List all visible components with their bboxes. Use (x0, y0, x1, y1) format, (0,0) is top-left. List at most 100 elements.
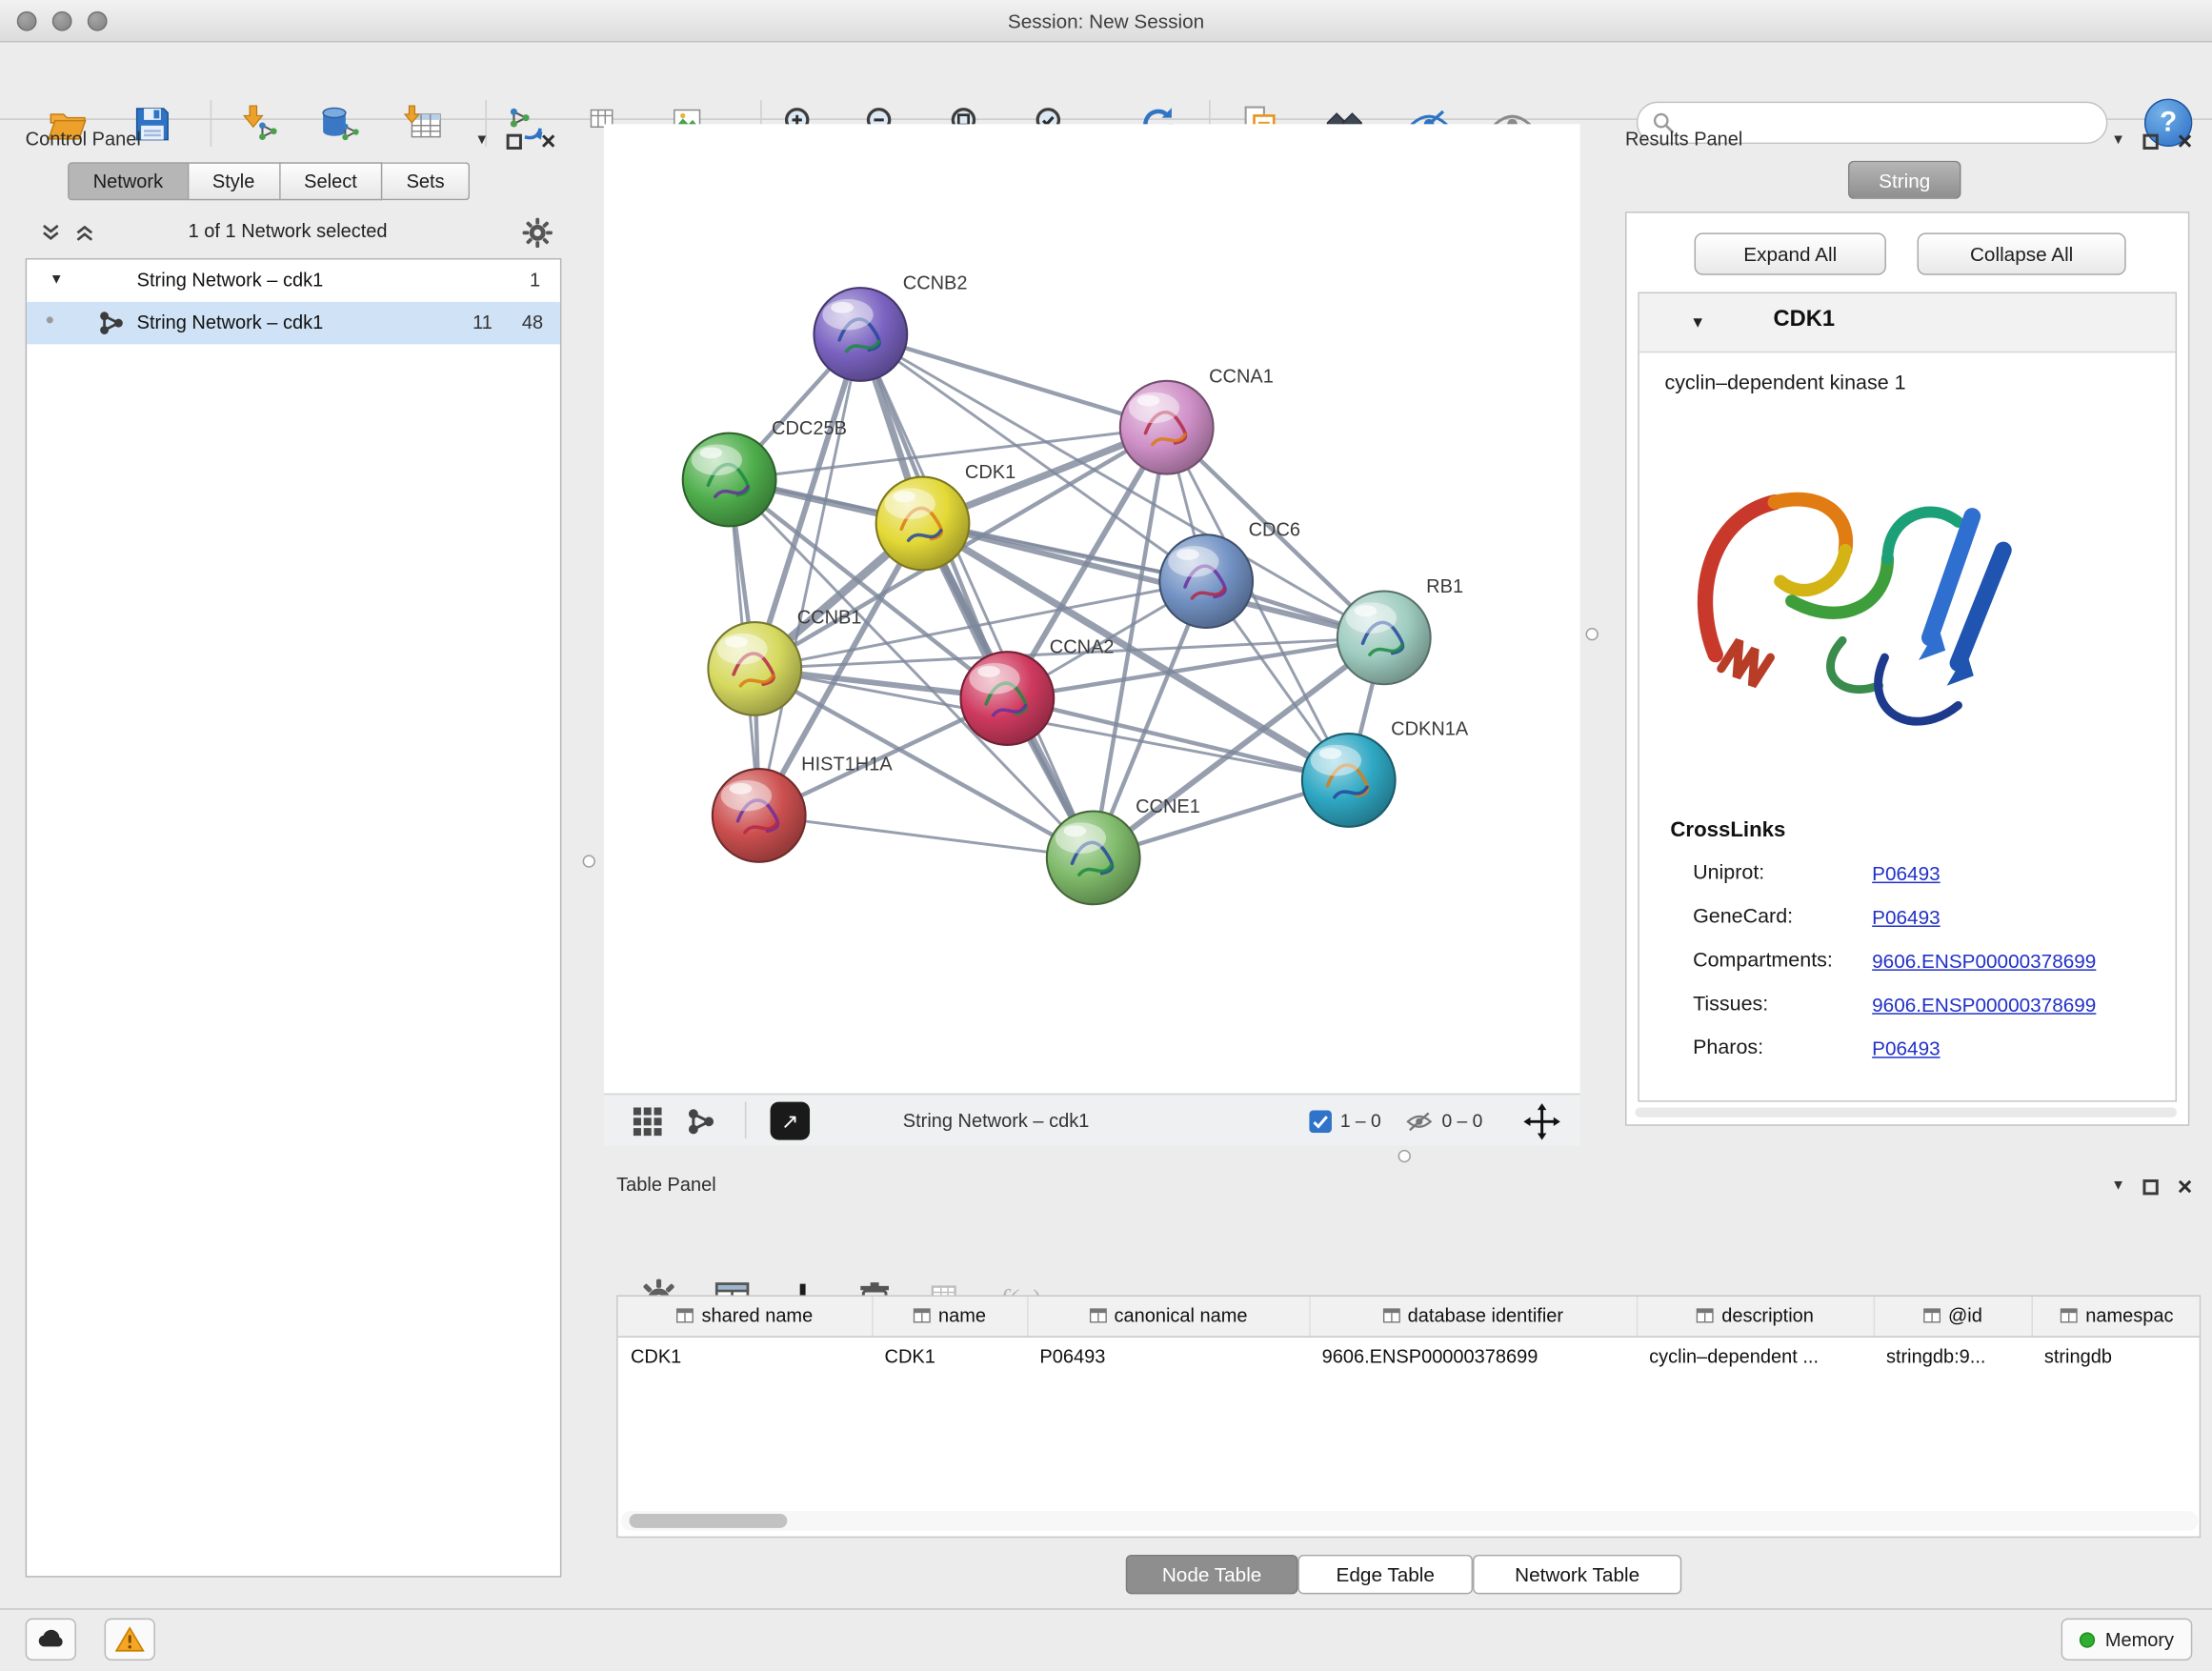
node-label: HIST1H1A (801, 755, 893, 775)
network-edge[interactable] (759, 815, 1094, 857)
tab-network-table[interactable]: Network Table (1473, 1555, 1681, 1594)
current-network-bullet: ● (45, 312, 54, 329)
network-node-rb1[interactable]: RB1 (1337, 576, 1463, 684)
crosslinks-list: Uniprot: P06493 GeneCard: P06493 Compart… (1639, 855, 2176, 1074)
panel-maximize-icon[interactable] (2143, 133, 2159, 149)
cell-database-identifier[interactable]: 9606.ENSP00000378699 (1309, 1336, 1637, 1375)
column-header-database-identifier[interactable]: database identifier (1309, 1297, 1637, 1336)
network-node-hist1h1a[interactable]: HIST1H1A (713, 755, 893, 862)
cloud-status-button[interactable] (26, 1619, 76, 1661)
network-node-ccnb1[interactable]: CCNB1 (708, 608, 861, 715)
hidden-counter: 0 – 0 (1441, 1110, 1482, 1131)
column-header-id[interactable]: @id (1874, 1297, 2032, 1336)
tree-expand-icon[interactable]: ▼ (50, 272, 64, 288)
memory-status-dot (2080, 1632, 2095, 1647)
panel-maximize-icon[interactable] (507, 133, 522, 149)
grid-view-icon[interactable] (632, 1106, 663, 1137)
panel-maximize-icon[interactable] (2143, 1178, 2159, 1194)
cell-id[interactable]: stringdb:9... (1874, 1336, 2032, 1375)
network-node-ccna1[interactable]: CCNA1 (1120, 366, 1274, 473)
column-header-shared-name[interactable]: shared name (618, 1297, 873, 1336)
cell-shared-name[interactable]: CDK1 (618, 1336, 873, 1375)
crosslink-row: Tissues: 9606.ENSP00000378699 (1639, 986, 2176, 1030)
column-header-namespace[interactable]: namespac (2031, 1297, 2201, 1336)
warning-status-button[interactable] (105, 1619, 155, 1661)
memory-button[interactable]: Memory (2061, 1619, 2192, 1661)
node-description: cyclin–dependent kinase 1 (1664, 372, 1905, 395)
network-row[interactable]: ● String Network – cdk1 11 48 (27, 302, 560, 344)
node-label: CCNE1 (1136, 796, 1200, 817)
pan-mode-icon[interactable] (1523, 1103, 1560, 1140)
cell-name[interactable]: CDK1 (872, 1336, 1027, 1375)
table-hscrollbar-thumb[interactable] (629, 1514, 787, 1528)
bottom-splitter-handle[interactable] (1398, 1150, 1411, 1162)
table-hscrollbar-track (621, 1511, 2199, 1531)
expand-all-button[interactable]: Expand All (1695, 232, 1886, 274)
selected-checkbox-icon[interactable] (1309, 1110, 1332, 1133)
string-view-icon[interactable] (686, 1106, 717, 1137)
right-splitter-handle[interactable] (1586, 628, 1599, 640)
network-collection-label: String Network – cdk1 (137, 270, 324, 291)
network-selection-row: 1 of 1 Network selected (11, 211, 565, 253)
cell-description[interactable]: cyclin–dependent ... (1637, 1336, 1874, 1375)
panel-float-icon[interactable]: ▼ (2111, 1179, 2125, 1194)
cell-namespace[interactable]: stringdb (2031, 1336, 2201, 1375)
tab-string[interactable]: String (1848, 161, 1961, 199)
network-collection-row[interactable]: ▼ String Network – cdk1 1 (27, 259, 560, 301)
node-detail-card: ▼ CDK1 cyclin–dependent kinase 1 (1638, 292, 2177, 1102)
hidden-eye-icon[interactable] (1405, 1107, 1434, 1136)
crosslink-label: Compartments: (1693, 950, 1833, 973)
tab-node-table[interactable]: Node Table (1126, 1555, 1298, 1594)
network-edge[interactable] (860, 334, 1093, 857)
results-panel-title: Results Panel (1625, 129, 1742, 150)
tab-edge-table[interactable]: Edge Table (1297, 1555, 1473, 1594)
crosslink-label: Pharos: (1693, 1037, 1763, 1059)
panel-close-icon[interactable]: × (2178, 1177, 2193, 1197)
crosslink-link[interactable]: P06493 (1872, 1037, 1940, 1059)
tab-style[interactable]: Style (189, 162, 280, 200)
results-hscrollbar[interactable] (1635, 1108, 2177, 1117)
network-edge[interactable] (860, 334, 1166, 428)
network-edges (730, 334, 1384, 857)
node-label: CDK1 (965, 462, 1016, 483)
crosslink-link[interactable]: 9606.ENSP00000378699 (1872, 950, 2096, 973)
edge-count: 48 (507, 312, 544, 332)
network-edge[interactable] (759, 334, 861, 815)
node-table: shared name name canonical name database… (618, 1297, 2202, 1376)
tab-select[interactable]: Select (280, 162, 382, 200)
crosslink-link[interactable]: P06493 (1872, 906, 1940, 929)
network-node-ccnb2[interactable]: CCNB2 (814, 273, 967, 381)
control-panel-header-icons: ▼ × (474, 127, 555, 155)
title-bar: Session: New Session (0, 0, 2212, 42)
collapse-caret-icon[interactable]: ▼ (1690, 314, 1705, 332)
node-detail-header[interactable]: ▼ CDK1 (1639, 293, 2176, 352)
panel-float-icon[interactable]: ▼ (2111, 134, 2125, 149)
network-canvas[interactable]: CCNB2CCNA1CDC25BCDK1CDC6RB1CCNB1CCNA2CDK… (604, 124, 1580, 1093)
column-icon (1382, 1307, 1400, 1325)
crosslink-row: Uniprot: P06493 (1639, 855, 2176, 898)
column-icon (1089, 1307, 1107, 1325)
network-node-cdk1[interactable]: CDK1 (876, 462, 1016, 570)
column-header-name[interactable]: name (872, 1297, 1027, 1336)
column-header-canonical-name[interactable]: canonical name (1027, 1297, 1309, 1336)
crosslink-label: Tissues: (1693, 994, 1768, 1017)
control-panel-tabs: Network Style Select Sets (68, 162, 470, 200)
tab-sets[interactable]: Sets (382, 162, 470, 200)
crosslink-link[interactable]: 9606.ENSP00000378699 (1872, 994, 2096, 1017)
collapse-all-button[interactable]: Collapse All (1918, 232, 2126, 274)
gear-icon[interactable] (522, 217, 553, 249)
network-node-cdkn1a[interactable]: CDKN1A (1302, 719, 1469, 827)
left-splitter-handle[interactable] (583, 855, 595, 867)
crosslink-link[interactable]: P06493 (1872, 862, 1940, 885)
detach-view-button[interactable]: ↗ (771, 1102, 810, 1140)
network-tree: ▼ String Network – cdk1 1 ● String Netwo… (26, 258, 562, 1578)
network-edge[interactable] (923, 523, 1384, 637)
table-row[interactable]: CDK1 CDK1 P06493 9606.ENSP00000378699 cy… (618, 1336, 2202, 1375)
panel-close-icon[interactable]: × (2178, 131, 2193, 151)
panel-close-icon[interactable]: × (541, 131, 556, 151)
node-label: CDKN1A (1391, 719, 1469, 740)
column-header-description[interactable]: description (1637, 1297, 1874, 1336)
cell-canonical-name[interactable]: P06493 (1027, 1336, 1309, 1375)
tab-network[interactable]: Network (68, 162, 189, 200)
panel-float-icon[interactable]: ▼ (474, 134, 489, 149)
